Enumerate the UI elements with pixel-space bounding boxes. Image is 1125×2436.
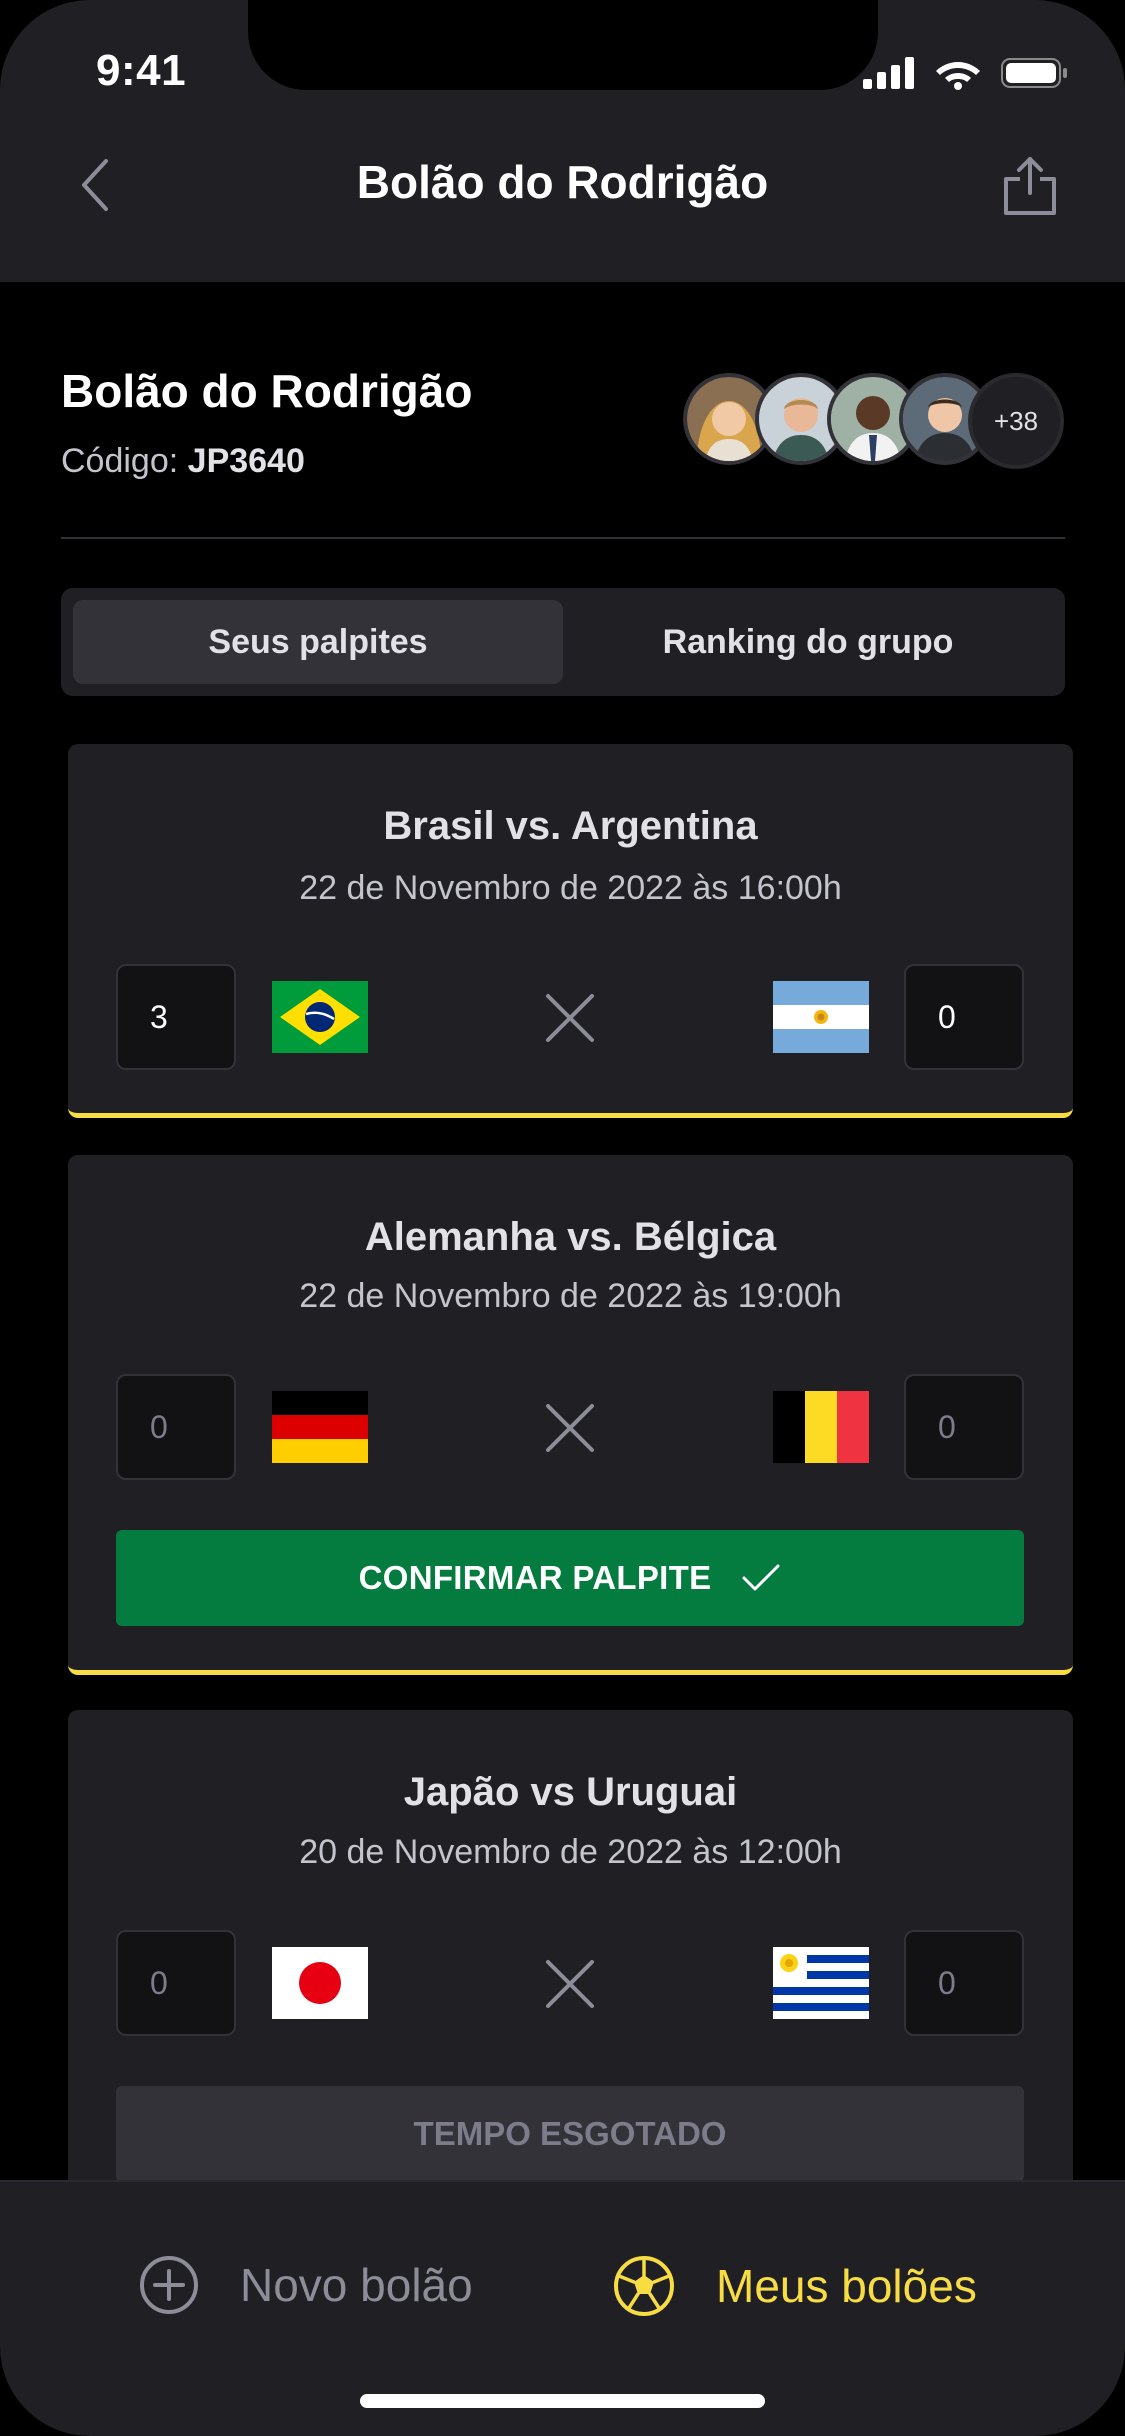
wifi-icon <box>936 62 980 90</box>
share-icon <box>1004 157 1056 215</box>
share-button[interactable] <box>995 146 1065 226</box>
away-score-input[interactable]: 0 <box>904 964 1024 1070</box>
match-date: 22 de Novembro de 2022 às 16:00h <box>299 869 842 907</box>
app-screen: 9:41 Bolão do Rodrigão Bolão do Rodrigão… <box>0 0 1125 2436</box>
more-members-badge: +38 <box>968 373 1064 469</box>
battery-icon <box>1001 58 1067 88</box>
device-notch <box>248 0 878 90</box>
plus-circle-icon <box>140 2256 198 2314</box>
belgium-flag-icon <box>773 1391 869 1463</box>
match-title: Alemanha vs. Bélgica <box>364 1215 777 1259</box>
versus-x-icon <box>546 1404 594 1452</box>
home-score-input[interactable]: 3 <box>116 964 236 1070</box>
confirm-guess-label: CONFIRMAR PALPITE <box>358 1559 712 1596</box>
page-title: Bolão do Rodrigão <box>356 156 769 208</box>
tab-ranking-do-grupo[interactable]: Ranking do grupo <box>563 600 1053 684</box>
group-code: Código: JP3640 <box>61 442 305 481</box>
match-date: 20 de Novembro de 2022 às 12:00h <box>299 1833 842 1871</box>
nav-novo-bolao-label: Novo bolão <box>240 2259 473 2311</box>
match-card: Alemanha vs. Bélgica 22 de Novembro de 2… <box>68 1155 1073 1675</box>
member-avatars[interactable]: +38 <box>683 373 1064 469</box>
home-score-input[interactable]: 0 <box>116 1374 236 1480</box>
home-score-input[interactable]: 0 <box>116 1930 236 2036</box>
cellular-signal-icon <box>863 57 914 89</box>
germany-flag-icon <box>272 1391 368 1463</box>
status-icons <box>863 56 1069 90</box>
confirm-guess-button[interactable]: CONFIRMAR PALPITE <box>116 1530 1024 1626</box>
tab-switcher: Seus palpites Ranking do grupo <box>61 588 1065 696</box>
japan-flag-icon <box>272 1947 368 2019</box>
match-card: Japão vs Uruguai 20 de Novembro de 2022 … <box>68 1710 1073 2210</box>
group-code-label: Código: <box>61 442 179 480</box>
time-expired-button: TEMPO ESGOTADO <box>116 2086 1024 2182</box>
soccer-ball-icon <box>614 2256 674 2316</box>
tab-seus-palpites[interactable]: Seus palpites <box>73 600 563 684</box>
nav-novo-bolao[interactable]: Novo bolão <box>138 2254 473 2316</box>
status-time: 9:41 <box>96 46 187 95</box>
match-title: Brasil vs. Argentina <box>383 804 758 848</box>
versus-x-icon <box>546 994 594 1042</box>
argentina-flag-icon <box>773 981 869 1053</box>
uruguay-flag-icon <box>773 1947 869 2019</box>
match-card: Brasil vs. Argentina 22 de Novembro de 2… <box>68 744 1073 1118</box>
brazil-flag-icon <box>272 981 368 1053</box>
away-score-input[interactable]: 0 <box>904 1930 1024 2036</box>
top-header: 9:41 Bolão do Rodrigão <box>0 0 1125 282</box>
match-date: 22 de Novembro de 2022 às 19:00h <box>299 1277 842 1315</box>
versus-x-icon <box>546 1960 594 2008</box>
nav-meus-boloes[interactable]: Meus bolões <box>612 2254 977 2318</box>
divider <box>61 537 1065 539</box>
group-name: Bolão do Rodrigão <box>61 365 473 417</box>
home-indicator[interactable] <box>360 2394 765 2408</box>
nav-meus-boloes-label: Meus bolões <box>716 2260 977 2312</box>
group-code-value: JP3640 <box>187 442 305 480</box>
check-icon <box>742 1564 780 1591</box>
match-title: Japão vs Uruguai <box>403 1770 738 1814</box>
away-score-input[interactable]: 0 <box>904 1374 1024 1480</box>
